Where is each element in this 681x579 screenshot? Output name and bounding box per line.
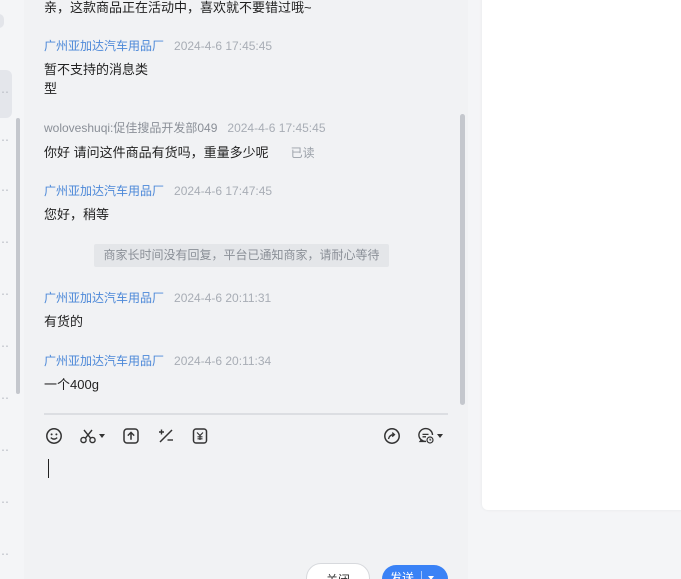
- chevron-down-icon[interactable]: [437, 434, 443, 438]
- chat-scrollbar[interactable]: [460, 114, 465, 405]
- conversation-avatar[interactable]: [0, 14, 4, 28]
- composer-divider: [44, 413, 448, 415]
- sender-name[interactable]: woloveshuqi:促佳搜品开发部049: [44, 121, 217, 135]
- message-text: 你好 请问这件商品有货吗，重量多少呢: [44, 145, 269, 160]
- message-time: 2024-4-6 17:47:45: [174, 184, 273, 198]
- sender-name[interactable]: 广州亚加达汽车用品厂: [44, 184, 164, 198]
- share-icon[interactable]: [383, 426, 401, 446]
- send-button-divider: [421, 571, 423, 579]
- message-text: 亲，这款商品正在活动中，喜欢就不要错过哦~: [44, 0, 312, 15]
- message-time: 2024-4-6 17:45:45: [174, 39, 273, 53]
- percent-icon[interactable]: [157, 426, 175, 446]
- scissors-icon[interactable]: [79, 426, 105, 446]
- read-status: 已读: [290, 146, 315, 160]
- send-button[interactable]: 发送: [382, 565, 448, 579]
- message-text: 一个400g: [44, 377, 99, 392]
- send-button-label: 发送: [390, 571, 415, 579]
- message-time: 2024-4-6 17:45:45: [227, 121, 326, 135]
- chat-window: … … … … … … … … … … 亲，这款商品正在活动中，喜欢就不要错过哦…: [0, 0, 681, 579]
- system-notice: 商家长时间没有回复，平台已通知商家，请耐心等待: [94, 244, 389, 267]
- chevron-down-icon[interactable]: [99, 434, 105, 438]
- message-row: 你好 请问这件商品有货吗，重量多少呢 已读: [44, 143, 315, 163]
- coupon-icon[interactable]: [191, 426, 209, 446]
- conversation-list-strip: … … … … … … … … … …: [0, 0, 24, 579]
- info-card: [482, 0, 681, 510]
- close-button[interactable]: 关闭: [306, 563, 370, 579]
- message-time: 2024-4-6 20:11:34: [174, 354, 272, 368]
- chat-panel: 亲，这款商品正在活动中，喜欢就不要错过哦~ 广州亚加达汽车用品厂 2024-4-6…: [24, 0, 468, 579]
- emoji-icon[interactable]: [45, 426, 63, 446]
- message-time: 2024-4-6 20:11:31: [174, 291, 272, 305]
- conversation-list-scrollbar[interactable]: [16, 118, 20, 394]
- right-panel: [468, 0, 681, 579]
- message-text: 型: [44, 81, 58, 96]
- message-meta: 广州亚加达汽车用品厂 2024-4-6 20:11:31: [44, 289, 271, 306]
- sender-name[interactable]: 广州亚加达汽车用品厂: [44, 354, 164, 368]
- message-text: 有货的: [44, 314, 84, 329]
- message-input[interactable]: [48, 459, 49, 478]
- sender-name[interactable]: 广州亚加达汽车用品厂: [44, 39, 164, 53]
- sender-name[interactable]: 广州亚加达汽车用品厂: [44, 291, 164, 305]
- upload-icon[interactable]: [122, 426, 140, 446]
- message-text: 暂不支持的消息类: [44, 62, 149, 77]
- message-meta: 广州亚加达汽车用品厂 2024-4-6 17:45:45: [44, 37, 272, 54]
- message-text: 您好，稍等: [44, 207, 110, 222]
- message-meta: woloveshuqi:促佳搜品开发部049 2024-4-6 17:45:45: [44, 119, 326, 136]
- quick-reply-icon[interactable]: [417, 426, 443, 446]
- message-meta: 广州亚加达汽车用品厂 2024-4-6 17:47:45: [44, 182, 272, 199]
- message-meta: 广州亚加达汽车用品厂 2024-4-6 20:11:34: [44, 352, 271, 369]
